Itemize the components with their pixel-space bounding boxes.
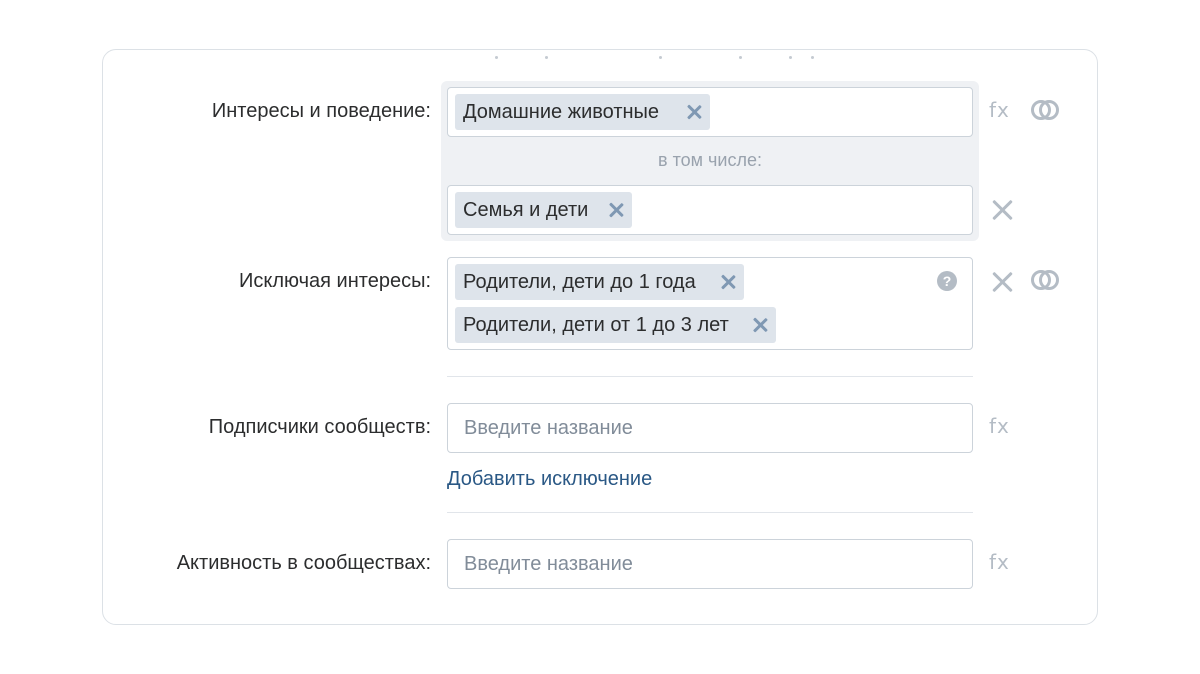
intersection-icon[interactable]: [1031, 270, 1059, 290]
add-exclusion-link[interactable]: Добавить исключение: [447, 468, 652, 491]
tag-label: Родители, дети до 1 года: [463, 271, 696, 293]
divider: [447, 512, 973, 513]
top-edge-decoration: [493, 56, 833, 62]
interest-tag: Родители, дети до 1 года: [455, 264, 744, 300]
targeting-card: Интересы и поведение: Домашние животные …: [102, 49, 1098, 625]
help-icon[interactable]: ?: [937, 271, 957, 291]
formula-icon[interactable]: fx: [989, 98, 1010, 122]
activity-search-input[interactable]: [447, 539, 973, 589]
divider: [447, 376, 973, 377]
including-label: в том числе:: [658, 150, 762, 170]
interests-group: Домашние животные в том числе: Семья и д…: [441, 81, 979, 241]
excluding-interests-input[interactable]: Родители, дети до 1 года Родители, дети …: [447, 257, 973, 350]
tag-label: Домашние животные: [463, 101, 660, 123]
remove-tag-icon[interactable]: [753, 318, 767, 332]
interests-label: Интересы и поведение:: [211, 100, 431, 122]
remove-excluding-icon[interactable]: [991, 271, 1013, 293]
formula-icon[interactable]: fx: [989, 550, 1010, 574]
subscribers-label: Подписчики сообществ:: [208, 416, 431, 438]
interests-input[interactable]: Домашние животные: [447, 87, 973, 137]
intersection-icon[interactable]: [1031, 100, 1059, 120]
remove-tag-icon[interactable]: [721, 275, 735, 289]
tag-label: Семья и дети: [463, 199, 589, 221]
activity-label: Активность в сообществах:: [176, 552, 431, 574]
formula-icon[interactable]: fx: [989, 414, 1010, 438]
tag-label: Родители, дети от 1 до 3 лет: [463, 314, 729, 336]
excluding-label: Исключая интересы:: [239, 270, 431, 292]
remove-included-group-icon[interactable]: [991, 199, 1013, 221]
remove-tag-icon[interactable]: [687, 105, 701, 119]
included-interests-input[interactable]: Семья и дети: [447, 185, 973, 235]
subscribers-search-input[interactable]: [447, 403, 973, 453]
interest-tag: Семья и дети: [455, 192, 632, 228]
remove-tag-icon[interactable]: [609, 203, 623, 217]
interest-tag: Родители, дети от 1 до 3 лет: [455, 307, 776, 343]
interest-tag: Домашние животные: [455, 94, 710, 130]
